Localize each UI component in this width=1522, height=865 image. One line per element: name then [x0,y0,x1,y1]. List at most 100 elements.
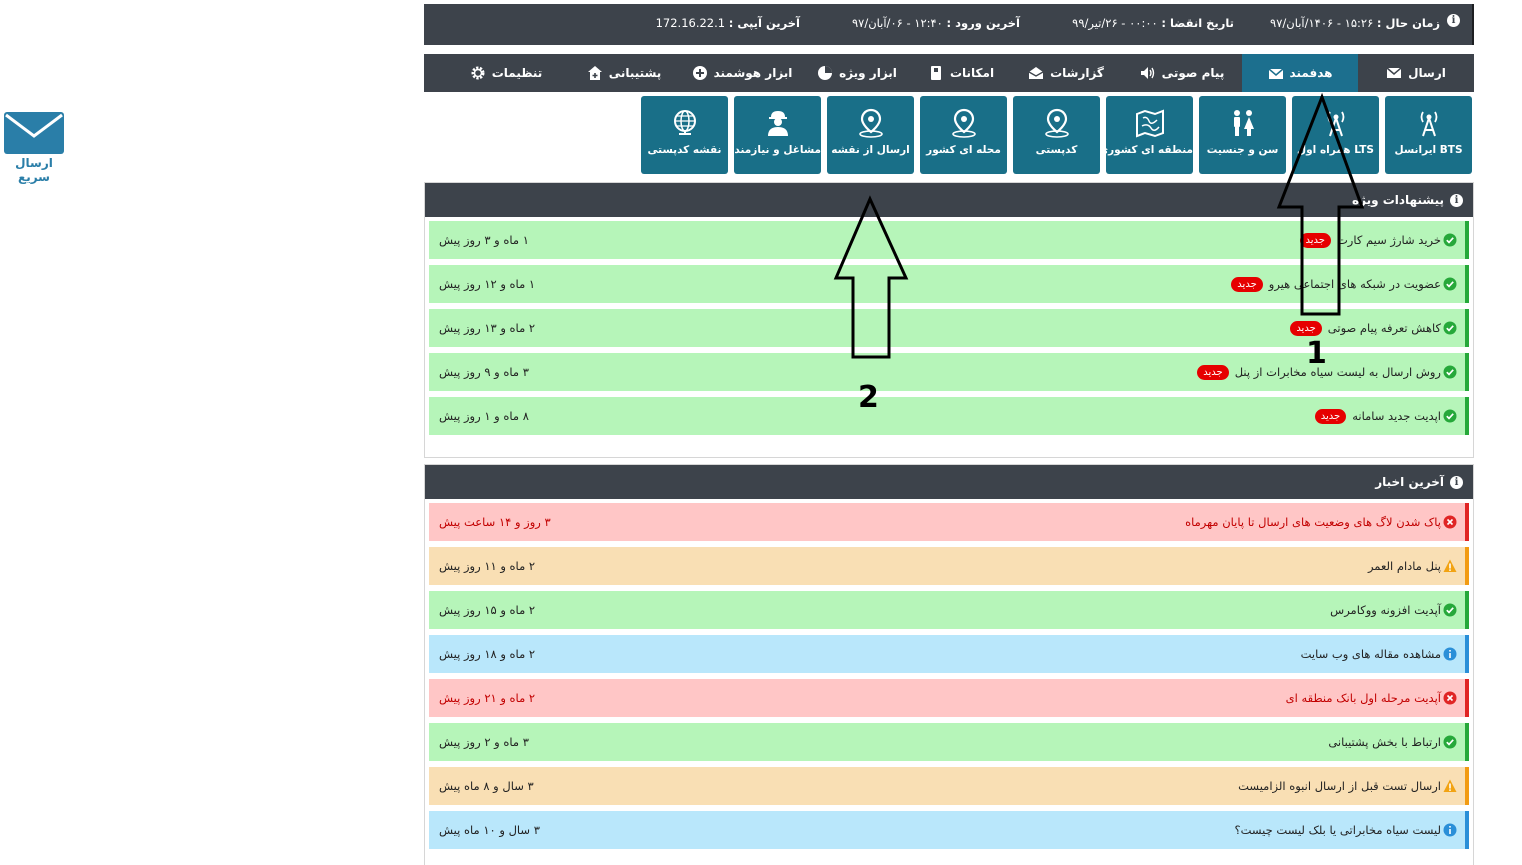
tile-postal-code[interactable]: کدپستی [1013,96,1100,174]
menu-item-features[interactable]: امکانات [912,54,1010,92]
tile-neighborhood[interactable]: محله ای کشور [920,96,1007,174]
news-text: پنل مادام العمر [1367,559,1441,573]
tile-send-from-map[interactable]: ارسال از نقشه [827,96,914,174]
tile-age-gender[interactable]: سن و جنسیت [1199,96,1286,174]
map-pin-icon [951,108,976,138]
info-icon: i [1447,14,1460,27]
news-title: آخرین اخبار [1375,475,1444,489]
main-menu: ارسال هدفمند پیام صوتی گزارشات امکانات ا… [424,54,1474,92]
news-item[interactable]: پنل مادام العمر ۲ ماه و ۱۱ روز پیش [429,547,1469,585]
suggestion-text: کاهش تعرفه پیام صوتی [1327,321,1441,335]
status-bar [1465,221,1469,259]
tile-bts-irancell[interactable]: BTS ایرانسل [1385,96,1472,174]
check-icon [1443,321,1457,335]
status-bar [1465,503,1469,541]
quick-send-button[interactable]: ارسال سریع [2,112,66,184]
last-login: آخرین ورود : ۱۲:۴۰ - ۰۶/آبان/۹۷ [851,16,1020,30]
home-plus-icon [587,66,602,80]
suggestion-item[interactable]: اپدیت جدید سامانه جدید ۸ ماه و ۱ روز پیش [429,397,1469,435]
status-bar [1465,397,1469,435]
antenna-icon [1327,111,1344,137]
menu-item-reports[interactable]: گزارشات [1010,54,1122,92]
error-icon [1443,691,1457,705]
new-badge: جدید [1231,276,1263,292]
check-icon [1443,409,1457,423]
status-bar [1465,723,1469,761]
suggestions-list: خرید شارژ سیم کارت جدید ۱ ماه و ۳ روز پیش ع… [425,217,1473,435]
news-item[interactable]: آپدیت مرحله اول بانک منطقه ای ۲ ماه و ۲۱ … [429,679,1469,717]
news-time: ۳ سال و ۱۰ ماه پیش [439,823,540,837]
check-icon [1443,603,1457,617]
targeted-sub-menu: BTS ایرانسل LTS همراه اول سن و جنسیت منط… [424,96,1474,176]
news-text: آپدیت مرحله اول بانک منطقه ای [1285,691,1441,705]
main-content: i زمان حال : ۱۵:۲۶ - ۱۴۰۶/آبان/۹۷ تاریخ … [424,4,1474,865]
map-icon [1135,109,1164,138]
suggestion-time: ۱ ماه و ۳ روز پیش [439,233,529,247]
status-bar [1465,635,1469,673]
status-bar [1465,309,1469,347]
new-badge: جدید [1314,408,1347,424]
menu-item-smart-tools[interactable]: ابزار هوشمند [682,54,802,92]
people-icon [1233,110,1254,136]
news-text: لیست سیاه مخابراتی یا بلک لیست چیست؟ [1234,823,1441,837]
suggestion-item[interactable]: عضویت در شبکه های اجتماعی هیرو جدید ۱ ماه … [429,265,1469,303]
map-pin-icon [858,108,883,138]
suggestion-item[interactable]: خرید شارژ سیم کارت جدید ۱ ماه و ۳ روز پیش [429,221,1469,259]
new-badge: جدید [1290,320,1322,336]
tile-postal-map[interactable]: نقشه کدپستی [641,96,728,174]
news-text: مشاهده مقاله های وب سایت [1300,647,1441,661]
menu-item-voice[interactable]: پیام صوتی [1122,54,1242,92]
suggestions-title: پیشنهادات ویژه [1352,193,1444,207]
news-time: ۲ ماه و ۱۱ روز پیش [439,559,536,573]
news-text: پاک شدن لاگ های وضعیت های ارسال تا پایان… [1185,515,1441,529]
menu-item-special-tools[interactable]: ابزار ویژه [802,54,912,92]
warning-icon [1443,559,1457,572]
tile-lts-hamrahaval[interactable]: LTS همراه اول [1292,96,1379,174]
suggestion-time: ۱ ماه و ۱۲ روز پیش [439,277,536,291]
news-time: ۲ ماه و ۲۱ روز پیش [439,691,536,705]
status-bar [1465,547,1469,585]
status-bar [1465,679,1469,717]
news-item[interactable]: پاک شدن لاگ های وضعیت های ارسال تا پایان… [429,503,1469,541]
tile-regional[interactable]: منطقه ای کشوری [1098,96,1193,174]
menu-item-send[interactable]: ارسال [1358,54,1474,92]
check-icon [1443,233,1457,247]
globe-icon [673,110,696,135]
current-time: زمان حال : ۱۵:۲۶ - ۱۴۰۶/آبان/۹۷ [1270,16,1440,30]
top-info-bar: i زمان حال : ۱۵:۲۶ - ۱۴۰۶/آبان/۹۷ تاریخ … [424,4,1474,45]
news-item[interactable]: ارسال تست قبل از ارسال انبوه الزامیست ۳ س… [429,767,1469,805]
menu-item-settings[interactable]: تنظیمات [446,54,566,92]
status-bar [1465,353,1469,391]
plus-circle-icon [692,66,707,80]
map-pin-icon [1044,108,1069,138]
menu-item-targeted[interactable]: هدفمند [1242,54,1358,92]
expiry-date: تاریخ انقضا : ۰۰:۰۰ - ۲۶/تیر/۹۹ [1072,16,1234,30]
worker-icon [767,111,788,136]
warning-icon [1443,779,1457,792]
menu-item-support[interactable]: پشتیبانی [566,54,682,92]
error-icon [1443,515,1457,529]
news-item[interactable]: ارتباط با بخش پشتیبانی ۳ ماه و ۲ روز پیش [429,723,1469,761]
book-icon [930,66,941,80]
envelope-icon [4,112,64,154]
annotation-number-1: 1 [1306,336,1327,371]
check-icon [1443,735,1457,749]
news-time: ۳ روز و ۱۴ ساعت پیش [439,515,551,529]
check-icon [1443,365,1457,379]
tile-jobs[interactable]: مشاغل و نیازمندی [725,96,821,174]
news-header: i آخرین اخبار [425,465,1473,499]
envelope-open-icon [1268,68,1284,79]
suggestion-title-wrap: کاهش تعرفه پیام صوتی جدید [1290,320,1441,336]
envelope-icon [1386,67,1402,78]
check-icon [1443,277,1457,291]
info-icon: i [1450,475,1463,489]
news-time: ۲ ماه و ۱۸ روز پیش [439,647,536,661]
suggestions-panel: i پیشنهادات ویژه خرید شارژ سیم کارت جدید ۱… [424,182,1474,458]
news-time: ۳ ماه و ۲ روز پیش [439,735,529,749]
news-list: پاک شدن لاگ های وضعیت های ارسال تا پایان… [425,499,1473,849]
news-item[interactable]: لیست سیاه مخابراتی یا بلک لیست چیست؟ ۳ سا… [429,811,1469,849]
news-time: ۲ ماه و ۱۵ روز پیش [439,603,536,617]
suggestion-text: خرید شارژ سیم کارت [1336,233,1441,247]
news-item[interactable]: آپدیت افزونه ووکامرس ۲ ماه و ۱۵ روز پیش [429,591,1469,629]
news-item[interactable]: مشاهده مقاله های وب سایت ۲ ماه و ۱۸ روز پ… [429,635,1469,673]
